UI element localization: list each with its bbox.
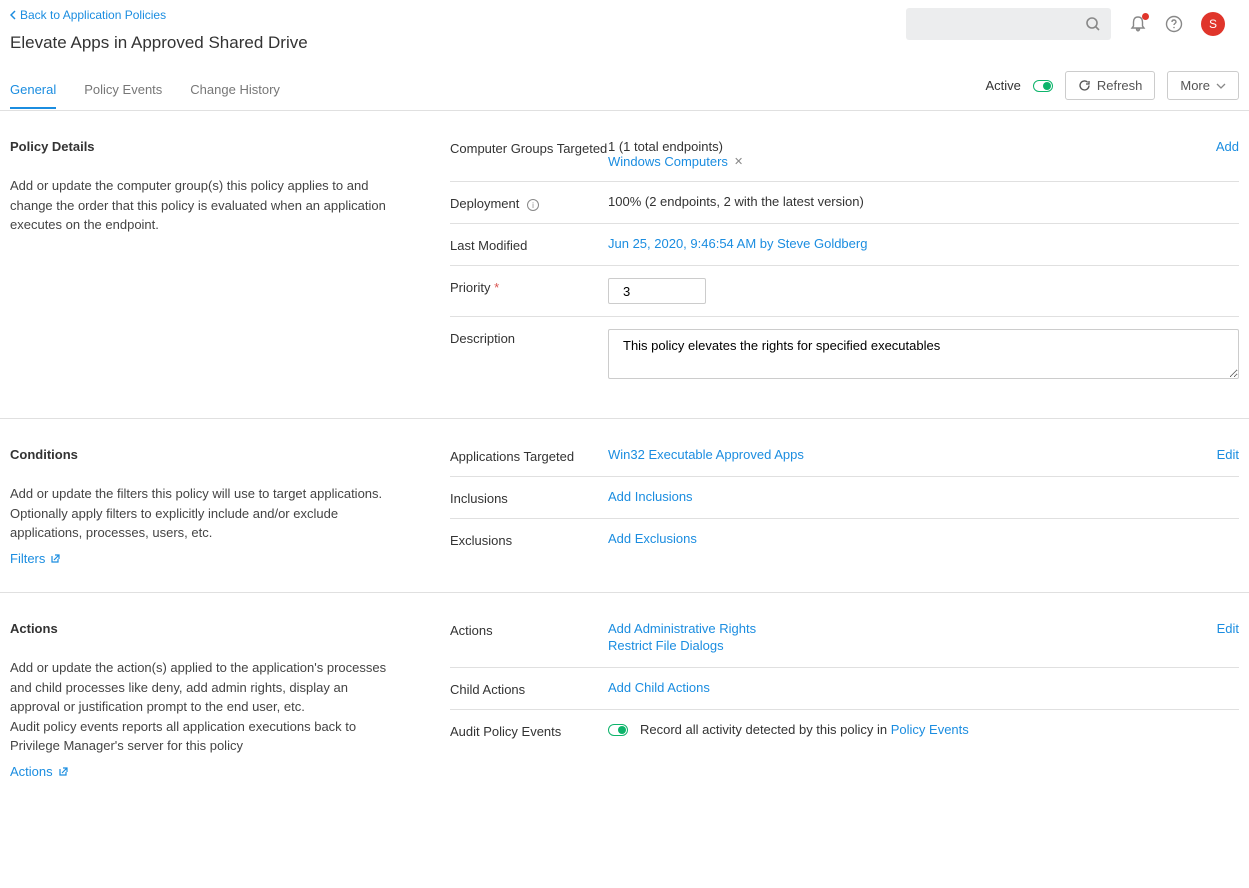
- add-exclusions-link[interactable]: Add Exclusions: [608, 531, 697, 546]
- inclusions-label: Inclusions: [450, 489, 608, 506]
- policy-details-title: Policy Details: [10, 139, 390, 154]
- computer-group-chip[interactable]: Windows Computers ✕: [608, 154, 743, 169]
- active-toggle[interactable]: [1033, 80, 1053, 92]
- notifications-button[interactable]: [1129, 15, 1147, 33]
- priority-input[interactable]: [608, 278, 706, 304]
- chevron-left-icon: [10, 10, 16, 20]
- deployment-label: Deployment i: [450, 194, 608, 211]
- external-link-icon: [49, 553, 60, 564]
- actions-desc2: Audit policy events reports all applicat…: [10, 717, 390, 756]
- priority-label: Priority *: [450, 278, 608, 295]
- tab-policy-events[interactable]: Policy Events: [84, 72, 162, 109]
- search-icon: [1085, 16, 1101, 32]
- policy-events-link[interactable]: Policy Events: [891, 722, 969, 737]
- applications-targeted-label: Applications Targeted: [450, 447, 608, 464]
- add-child-actions-link[interactable]: Add Child Actions: [608, 680, 710, 695]
- last-modified-link[interactable]: Jun 25, 2020, 9:46:54 AM by Steve Goldbe…: [608, 236, 867, 251]
- actions-title: Actions: [10, 621, 390, 636]
- info-icon[interactable]: i: [527, 199, 539, 211]
- filters-link[interactable]: Filters: [10, 549, 60, 569]
- back-link[interactable]: Back to Application Policies: [10, 8, 166, 22]
- add-inclusions-link[interactable]: Add Inclusions: [608, 489, 693, 504]
- last-modified-label: Last Modified: [450, 236, 608, 253]
- audit-toggle[interactable]: [608, 724, 628, 736]
- applications-targeted-link[interactable]: Win32 Executable Approved Apps: [608, 447, 804, 462]
- edit-conditions-link[interactable]: Edit: [1217, 447, 1239, 462]
- refresh-icon: [1078, 79, 1091, 92]
- computer-groups-count: 1 (1 total endpoints): [608, 139, 1239, 154]
- page-title: Elevate Apps in Approved Shared Drive: [10, 33, 906, 53]
- policy-details-desc: Add or update the computer group(s) this…: [10, 176, 390, 235]
- description-textarea[interactable]: This policy elevates the rights for spec…: [608, 329, 1239, 379]
- computer-groups-label: Computer Groups Targeted: [450, 139, 608, 156]
- refresh-button[interactable]: Refresh: [1065, 71, 1156, 100]
- tab-change-history[interactable]: Change History: [190, 72, 280, 109]
- help-button[interactable]: [1165, 15, 1183, 33]
- search-input[interactable]: [906, 8, 1111, 40]
- chip-remove-icon[interactable]: ✕: [734, 155, 743, 168]
- active-label: Active: [985, 78, 1020, 93]
- actions-field-label: Actions: [450, 621, 608, 638]
- deployment-value: 100% (2 endpoints, 2 with the latest ver…: [608, 194, 1239, 209]
- external-link-icon: [57, 766, 68, 777]
- conditions-desc: Add or update the filters this policy wi…: [10, 486, 382, 540]
- notification-dot: [1142, 13, 1149, 20]
- exclusions-label: Exclusions: [450, 531, 608, 548]
- child-actions-label: Child Actions: [450, 680, 608, 697]
- back-link-label: Back to Application Policies: [20, 8, 166, 22]
- action-restrict-dialogs-link[interactable]: Restrict File Dialogs: [608, 638, 724, 653]
- audit-policy-label: Audit Policy Events: [450, 722, 608, 739]
- audit-text: Record all activity detected by this pol…: [640, 722, 969, 737]
- actions-link[interactable]: Actions: [10, 762, 68, 782]
- conditions-title: Conditions: [10, 447, 390, 462]
- user-avatar[interactable]: S: [1201, 12, 1225, 36]
- caret-down-icon: [1216, 83, 1226, 89]
- actions-desc1: Add or update the action(s) applied to t…: [10, 658, 390, 717]
- add-computer-group-link[interactable]: Add: [1216, 139, 1239, 154]
- description-label: Description: [450, 329, 608, 346]
- help-icon: [1165, 15, 1183, 33]
- edit-actions-link[interactable]: Edit: [1217, 621, 1239, 636]
- tab-general[interactable]: General: [10, 72, 56, 109]
- more-button[interactable]: More: [1167, 71, 1239, 100]
- action-admin-rights-link[interactable]: Add Administrative Rights: [608, 621, 756, 636]
